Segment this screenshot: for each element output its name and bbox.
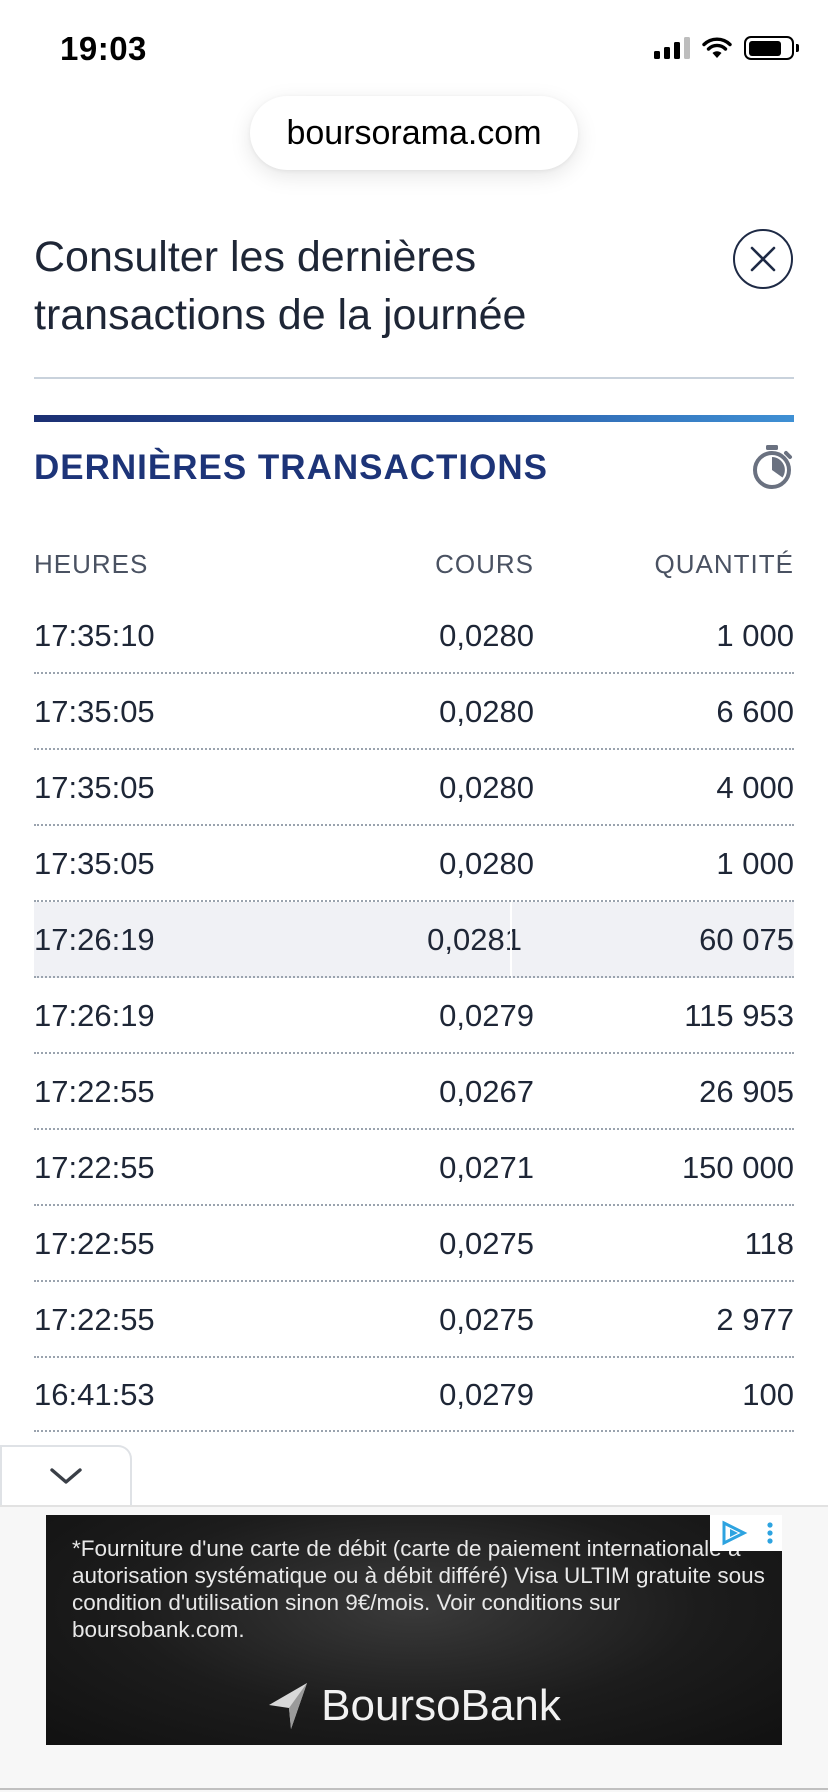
table-row: 17:35:05 0,0280 1 000 <box>34 826 794 902</box>
close-button[interactable] <box>733 229 793 289</box>
cell-price: 0,0280 <box>439 618 534 653</box>
cell-time: 17:35:05 <box>34 770 155 805</box>
cell-qty: 100 <box>742 1377 794 1412</box>
cell-time: 17:22:55 <box>34 1074 155 1109</box>
table-row: 17:35:05 0,0280 6 600 <box>34 674 794 750</box>
ad-brand: BoursoBank <box>46 1681 782 1731</box>
cell-time: 17:35:05 <box>34 846 155 881</box>
table-row: 17:22:55 0,0275 2 977 <box>34 1282 794 1358</box>
table-row: 17:22:55 0,0275 118 <box>34 1206 794 1282</box>
close-icon <box>750 246 776 272</box>
header-time: HEURES <box>34 548 149 579</box>
transactions-table: HEURES COURS QUANTITÉ 17:35:10 0,0280 1 … <box>34 530 794 1432</box>
adchoices-icon <box>722 1520 747 1546</box>
ad-choices-badge[interactable] <box>710 1515 782 1551</box>
table-row: 16:41:53 0,0279 100 <box>34 1358 794 1432</box>
header-price: COURS <box>435 548 534 579</box>
cell-time: 17:22:55 <box>34 1226 155 1261</box>
bottom-divider <box>0 1788 828 1790</box>
cell-price: 0,0279 <box>439 998 534 1033</box>
ad-menu-icon <box>766 1522 773 1544</box>
cell-qty: 2 977 <box>716 1302 794 1337</box>
cell-time: 17:22:55 <box>34 1302 155 1337</box>
status-icons <box>654 36 799 60</box>
cell-time: 17:26:19 <box>34 922 155 957</box>
cell-qty: 60 075 <box>699 922 794 957</box>
collapse-ad-button[interactable] <box>0 1445 132 1505</box>
cell-time: 17:26:19 <box>34 998 155 1033</box>
battery-icon <box>744 36 799 60</box>
table-row: 17:35:05 0,0280 4 000 <box>34 750 794 826</box>
section-accent-bar <box>34 415 794 422</box>
cell-qty: 115 953 <box>684 998 794 1033</box>
cell-price: 0,0267 <box>439 1074 534 1109</box>
table-row: 17:22:55 0,0271 150 000 <box>34 1130 794 1206</box>
ad-brand-name: BoursoBank <box>321 1681 561 1730</box>
table-row: 17:35:10 0,0280 1 000 <box>34 598 794 674</box>
status-bar: 19:03 <box>0 0 828 96</box>
status-time: 19:03 <box>60 30 147 67</box>
boursobank-logo-icon <box>269 1683 308 1729</box>
cell-price: 0,0280 <box>439 694 534 729</box>
cellular-signal-icon <box>654 37 690 59</box>
cell-qty: 4 000 <box>716 770 794 805</box>
table-row: 17:22:55 0,0267 26 905 <box>34 1054 794 1130</box>
section-title: DERNIÈRES TRANSACTIONS <box>34 448 548 487</box>
header-qty: QUANTITÉ <box>654 548 794 579</box>
cell-qty: 1 000 <box>716 618 794 653</box>
cell-time: 17:35:05 <box>34 694 155 729</box>
cell-time: 17:35:10 <box>34 618 155 653</box>
cell-qty: 150 000 <box>681 1150 794 1185</box>
header-divider <box>34 377 794 379</box>
table-header: HEURES COURS QUANTITÉ <box>34 530 794 598</box>
cell-price: 0,0271 <box>439 1150 534 1185</box>
cell-price: 0,0275 <box>439 1302 534 1337</box>
cell-price: 0,0281 <box>427 922 522 957</box>
cell-qty: 1 000 <box>716 846 794 881</box>
cell-price: 0,0275 <box>439 1226 534 1261</box>
cell-time: 17:22:55 <box>34 1150 155 1185</box>
cell-qty: 6 600 <box>716 694 794 729</box>
chevron-down-icon <box>50 1468 82 1484</box>
cell-qty: 26 905 <box>699 1074 794 1109</box>
modal-title: Consulter les dernières transactions de … <box>34 233 527 339</box>
ad-disclaimer-text: *Fourniture d'une carte de débit (carte … <box>72 1536 765 1642</box>
stopwatch-icon[interactable] <box>750 444 794 490</box>
cell-time: 16:41:53 <box>34 1377 155 1412</box>
table-row: 17:26:19 0,0279 115 953 <box>34 978 794 1054</box>
ad-banner[interactable]: *Fourniture d'une carte de débit (carte … <box>46 1515 782 1745</box>
cell-price: 0,0280 <box>439 846 534 881</box>
cell-qty: 118 <box>744 1226 794 1261</box>
wifi-icon <box>702 37 732 58</box>
url-bar[interactable]: boursorama.com <box>250 96 578 170</box>
cell-price: 0,0280 <box>439 770 534 805</box>
cell-price: 0,0279 <box>439 1377 534 1412</box>
table-row-highlighted: 17:26:19 0,0281 60 075 <box>34 902 794 978</box>
